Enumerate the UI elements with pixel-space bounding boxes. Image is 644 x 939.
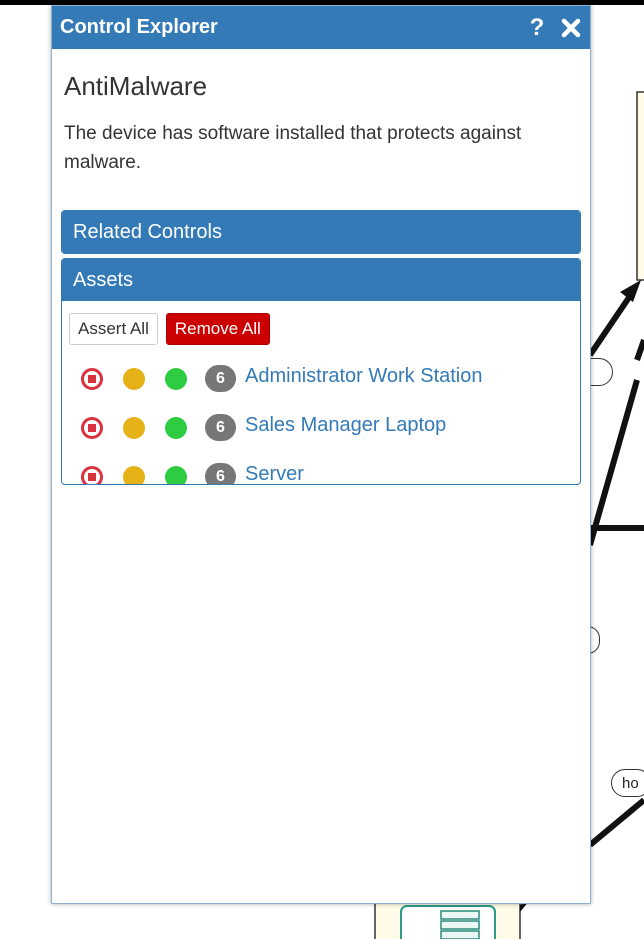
diagram-node[interactable] — [636, 91, 644, 281]
asset-row: 6 Administrator Work Station — [69, 354, 573, 403]
diagram-edge — [587, 291, 635, 357]
asset-link[interactable]: Server — [245, 463, 304, 484]
panel-title: Control Explorer — [60, 16, 218, 38]
asset-link[interactable]: Administrator Work Station — [245, 365, 483, 388]
server-icon — [440, 910, 480, 939]
asset-row: 6 Sales Manager Laptop — [69, 403, 573, 452]
count-badge: 6 — [205, 414, 236, 441]
control-accordion: Related Controls Assets Assert All Remov… — [61, 210, 581, 485]
asset-list: 6 Administrator Work Station 6 Sales Man… — [69, 354, 573, 484]
status-green-icon[interactable] — [165, 416, 187, 439]
status-yellow-icon[interactable] — [123, 367, 145, 390]
help-button[interactable]: ? — [526, 13, 548, 41]
diagram-edge — [588, 797, 644, 848]
related-controls-header[interactable]: Related Controls — [62, 211, 580, 253]
count-badge: 6 — [205, 365, 236, 392]
status-red-icon[interactable] — [81, 465, 103, 484]
assets-label: Assets — [73, 268, 134, 291]
status-yellow-icon[interactable] — [123, 416, 145, 439]
count-badge: 6 — [205, 463, 236, 484]
status-yellow-icon[interactable] — [123, 465, 145, 484]
asset-actions: Assert All Remove All — [69, 313, 573, 345]
arrow-head-icon — [620, 280, 641, 302]
control-explorer-panel: Control Explorer ? AntiMalware The devic… — [51, 5, 591, 904]
status-green-icon[interactable] — [165, 367, 187, 390]
control-name: AntiMalware — [64, 71, 208, 101]
status-red-icon[interactable] — [81, 416, 103, 439]
question-mark-icon: ? — [529, 13, 545, 41]
close-icon — [561, 18, 581, 37]
assert-all-button[interactable]: Assert All — [69, 313, 158, 345]
assets-body: Assert All Remove All 6 Administrator Wo… — [62, 301, 580, 484]
control-description: The device has software installed that p… — [64, 123, 522, 173]
assets-header[interactable]: Assets — [62, 259, 580, 301]
diagram-edge — [587, 379, 640, 546]
panel-header[interactable]: Control Explorer ? — [52, 6, 590, 49]
related-controls-section: Related Controls — [61, 210, 581, 254]
remove-all-button[interactable]: Remove All — [165, 313, 270, 345]
asset-link[interactable]: Sales Manager Laptop — [245, 414, 446, 437]
related-controls-label: Related Controls — [73, 220, 222, 243]
diagram-edge — [634, 339, 644, 361]
close-button[interactable] — [560, 17, 582, 39]
asset-row: 6 Server — [69, 452, 573, 484]
assets-section: Assets Assert All Remove All 6 Administr… — [61, 258, 581, 485]
status-green-icon[interactable] — [165, 465, 187, 484]
status-red-icon[interactable] — [81, 367, 103, 390]
edge-label[interactable]: ho — [611, 769, 644, 797]
